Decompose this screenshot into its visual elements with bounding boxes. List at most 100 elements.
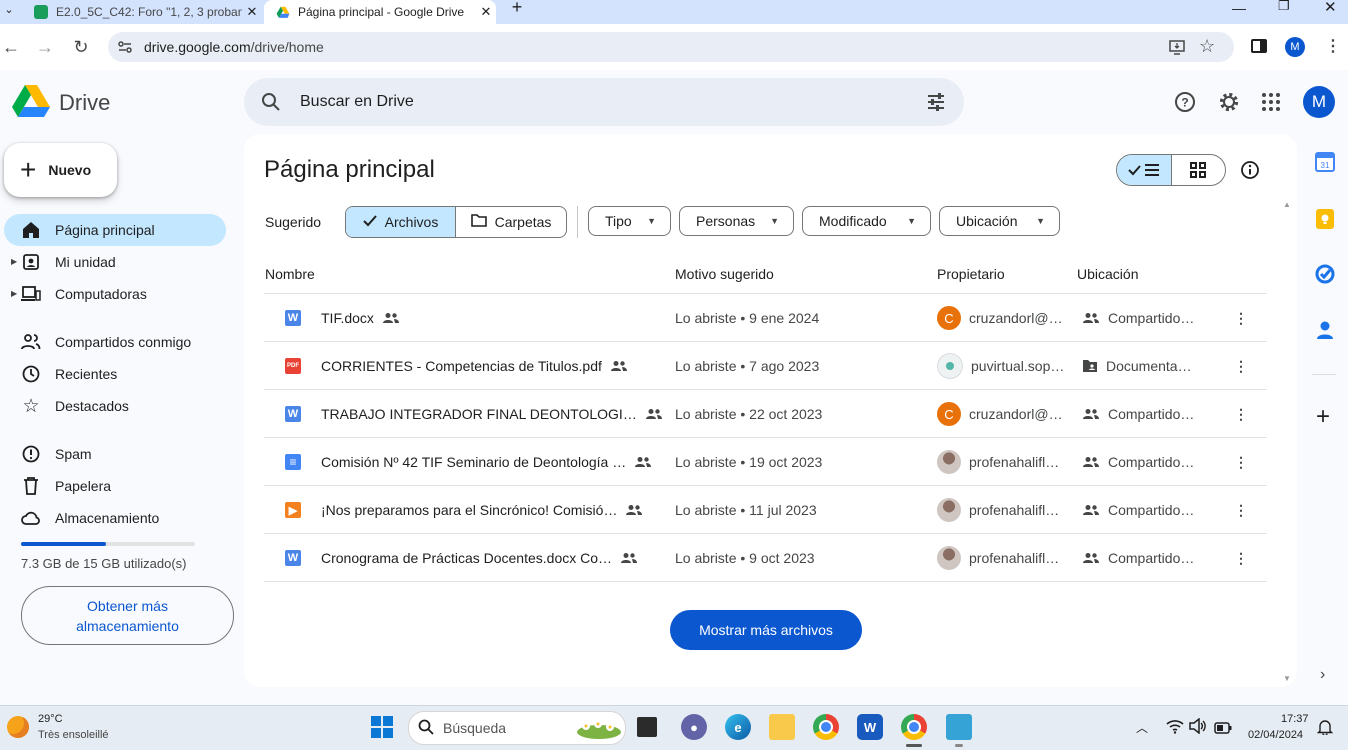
- back-icon[interactable]: ←: [0, 36, 22, 58]
- browser-tab-forum[interactable]: E2.0_5C_C42: Foro "1, 2, 3 probando" ✕: [22, 0, 262, 24]
- file-row[interactable]: W Cronograma de Prácticas Docentes.docx …: [264, 533, 1267, 582]
- keep-app-icon[interactable]: [1314, 208, 1336, 230]
- more-actions-icon[interactable]: ⋮: [1234, 534, 1248, 582]
- owner-cell[interactable]: C cruzandorl@…: [937, 390, 1072, 438]
- sidebar-item-storage[interactable]: Almacenamiento: [4, 502, 226, 534]
- more-actions-icon[interactable]: ⋮: [1234, 342, 1248, 390]
- browser-tab-drive[interactable]: Página principal - Google Drive ✕: [264, 0, 496, 24]
- view-toggle[interactable]: [1116, 154, 1226, 186]
- clock-time[interactable]: 17:37: [1281, 713, 1309, 725]
- location-cell[interactable]: Compartido…: [1082, 438, 1202, 486]
- sidebar-item-spam[interactable]: Spam: [4, 438, 226, 470]
- new-button[interactable]: + Nuevo: [4, 143, 117, 197]
- chrome-menu-icon[interactable]: ⋮: [1325, 36, 1341, 56]
- show-hidden-icons-chevron-icon[interactable]: ︿: [1136, 719, 1148, 736]
- suggested-chip-group[interactable]: Archivos Carpetas: [345, 206, 567, 238]
- close-window-icon[interactable]: ✕: [1324, 0, 1337, 16]
- maximize-icon[interactable]: ❐: [1278, 0, 1290, 14]
- side-panel-icon[interactable]: [1251, 39, 1267, 53]
- install-app-icon[interactable]: [1168, 38, 1186, 56]
- more-actions-icon[interactable]: ⋮: [1234, 486, 1248, 534]
- sidebar-item-trash[interactable]: Papelera: [4, 470, 226, 502]
- show-more-files-button[interactable]: Mostrar más archivos: [670, 610, 862, 650]
- column-header-name[interactable]: Nombre: [265, 266, 315, 282]
- remote-desktop-icon[interactable]: [946, 714, 972, 740]
- clock-date[interactable]: 02/04/2024: [1248, 729, 1303, 741]
- windows-start-icon[interactable]: [371, 716, 393, 738]
- sidebar-item-computers[interactable]: Computadoras: [4, 278, 226, 310]
- reload-icon[interactable]: ↻: [70, 36, 92, 58]
- close-tab-icon[interactable]: ✕: [476, 4, 496, 20]
- add-app-plus-icon[interactable]: +: [1316, 405, 1330, 429]
- search-input[interactable]: Buscar en Drive: [300, 93, 414, 111]
- file-row[interactable]: PDF CORRIENTES - Competencias de Titulos…: [264, 341, 1267, 390]
- get-more-storage-button[interactable]: Obtener más almacenamiento: [21, 586, 234, 645]
- filter-people[interactable]: Personas ▼: [679, 206, 794, 236]
- location-cell[interactable]: Documenta…: [1082, 342, 1202, 390]
- info-icon[interactable]: [1240, 160, 1260, 180]
- drive-app-name[interactable]: Drive: [59, 90, 110, 116]
- weather-desc[interactable]: Très ensoleillé: [38, 729, 109, 741]
- battery-icon[interactable]: [1214, 721, 1232, 739]
- forward-icon[interactable]: →: [34, 36, 56, 58]
- minimize-icon[interactable]: —: [1232, 0, 1246, 16]
- files-chip[interactable]: Archivos: [346, 207, 456, 237]
- search-options-icon[interactable]: [926, 92, 946, 112]
- search-icon[interactable]: [260, 91, 282, 113]
- filter-location[interactable]: Ubicación ▼: [939, 206, 1060, 236]
- location-cell[interactable]: Compartido…: [1082, 486, 1202, 534]
- settings-gear-icon[interactable]: [1217, 90, 1241, 114]
- location-cell[interactable]: Compartido…: [1082, 534, 1202, 582]
- calendar-app-icon[interactable]: 31: [1314, 151, 1336, 173]
- task-view-icon[interactable]: [637, 717, 657, 737]
- list-view-button[interactable]: [1117, 155, 1171, 185]
- file-explorer-icon[interactable]: [769, 714, 795, 740]
- sidebar-item-recent[interactable]: Recientes: [4, 358, 226, 390]
- folders-chip[interactable]: Carpetas: [456, 207, 566, 237]
- sidebar-item-home[interactable]: Página principal: [4, 214, 226, 246]
- filter-type[interactable]: Tipo ▼: [588, 206, 671, 236]
- bookmark-star-icon[interactable]: ☆: [1199, 36, 1215, 57]
- file-row[interactable]: ▶ ¡Nos preparamos para el Sincrónico! Co…: [264, 485, 1267, 534]
- sidebar-item-starred[interactable]: ☆ Destacados: [4, 390, 226, 422]
- word-icon[interactable]: W: [857, 714, 883, 740]
- location-cell[interactable]: Compartido…: [1082, 390, 1202, 438]
- owner-cell[interactable]: profenahalifl…: [937, 534, 1072, 582]
- new-tab-icon[interactable]: +: [508, 0, 526, 18]
- wifi-icon[interactable]: [1166, 718, 1184, 737]
- drive-logo-icon[interactable]: [12, 84, 50, 118]
- site-info-icon[interactable]: [116, 38, 134, 56]
- weather-sun-icon[interactable]: [7, 716, 29, 738]
- more-actions-icon[interactable]: ⋮: [1234, 438, 1248, 486]
- weather-temp[interactable]: 29°C: [38, 713, 63, 725]
- filter-modified[interactable]: Modificado ▼: [802, 206, 931, 236]
- chrome-profile-avatar[interactable]: M: [1285, 37, 1305, 57]
- chrome-profile-icon[interactable]: [901, 714, 927, 740]
- teams-chat-icon[interactable]: ●: [681, 714, 707, 740]
- more-actions-icon[interactable]: ⋮: [1234, 390, 1248, 438]
- sidebar-item-shared-with-me[interactable]: Compartidos conmigo: [4, 326, 226, 358]
- owner-cell[interactable]: profenahalifl…: [937, 486, 1072, 534]
- help-icon[interactable]: ?: [1174, 91, 1198, 115]
- scroll-up-arrow-icon[interactable]: ▲: [1283, 200, 1291, 209]
- scroll-down-arrow-icon[interactable]: ▼: [1283, 674, 1291, 683]
- contacts-app-icon[interactable]: [1314, 319, 1336, 341]
- file-row[interactable]: ≡ Comisión Nº 42 TIF Seminario de Deonto…: [264, 437, 1267, 486]
- more-actions-icon[interactable]: ⋮: [1234, 294, 1248, 342]
- close-tab-icon[interactable]: ✕: [242, 4, 262, 20]
- volume-icon[interactable]: [1189, 717, 1207, 739]
- google-apps-grid-icon[interactable]: [1260, 91, 1284, 115]
- file-row[interactable]: W TIF.docx Lo abriste • 9 ene 2024 C cru…: [264, 293, 1267, 342]
- owner-cell[interactable]: C cruzandorl@…: [937, 294, 1072, 342]
- account-avatar[interactable]: M: [1303, 86, 1335, 118]
- chrome-icon[interactable]: [813, 714, 839, 740]
- location-cell[interactable]: Compartido…: [1082, 294, 1202, 342]
- edge-browser-icon[interactable]: e: [725, 714, 751, 740]
- owner-cell[interactable]: puvirtual.sop…: [937, 342, 1072, 390]
- owner-cell[interactable]: profenahalifl…: [937, 438, 1072, 486]
- sidebar-item-my-drive[interactable]: Mi unidad: [4, 246, 226, 278]
- notifications-bell-icon[interactable]: [1316, 719, 1334, 740]
- grid-view-button[interactable]: [1170, 155, 1226, 185]
- file-row[interactable]: W TRABAJO INTEGRADOR FINAL DEONTOLOGIA… …: [264, 389, 1267, 438]
- tasks-app-icon[interactable]: [1314, 263, 1336, 285]
